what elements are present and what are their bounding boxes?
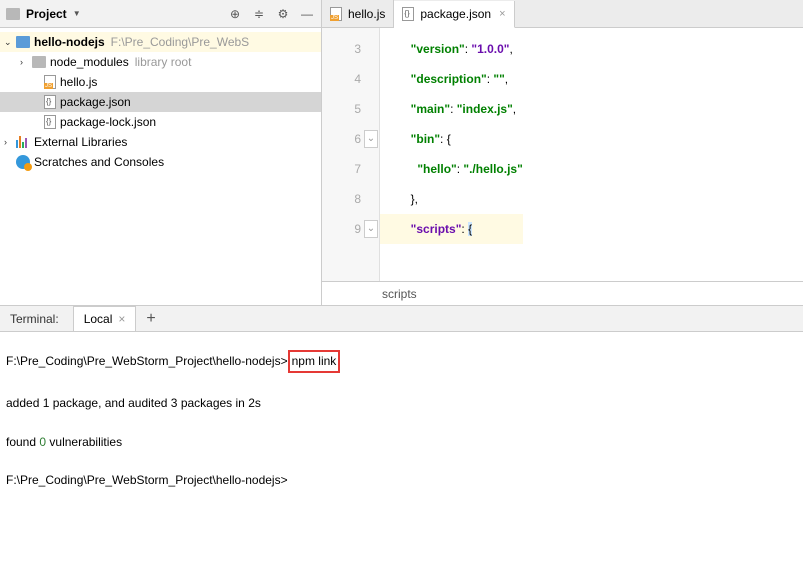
folder-icon [16,36,30,48]
editor-pane: hello.js package.json × 3 4 5 6⌄ 7 8 9⌄ … [322,0,803,305]
node-modules-name: node_modules [50,55,129,69]
project-tree: ⌄ hello-nodejs F:\Pre_Coding\Pre_WebS › … [0,28,321,176]
tree-package-json[interactable]: package.json [0,92,321,112]
target-icon[interactable]: ⊕ [227,6,243,22]
line-number: 6⌄ [322,124,379,154]
close-icon[interactable]: × [118,312,125,326]
sidebar-title[interactable]: Project ▼ [6,7,227,21]
line-gutter: 3 4 5 6⌄ 7 8 9⌄ [322,28,380,281]
highlighted-command: npm link [288,350,341,373]
sidebar-header: Project ▼ ⊕ ≑ ⚙ — [0,0,321,28]
terminal-output[interactable]: F:\Pre_Coding\Pre_WebStorm_Project\hello… [0,332,803,576]
package-json-name: package.json [60,95,131,109]
line-number: 3 [322,34,379,64]
tree-hello-js[interactable]: hello.js [0,72,321,92]
folder-icon [32,56,46,68]
terminal-title: Terminal: [0,312,69,326]
js-file-icon [330,7,342,21]
line-number: 4 [322,64,379,94]
terminal-tab-label: Local [84,312,113,326]
code-editor[interactable]: 3 4 5 6⌄ 7 8 9⌄ "version": "1.0.0", "des… [322,28,803,281]
terminal-panel: Terminal: Local × + F:\Pre_Coding\Pre_We… [0,306,803,576]
chevron-down-icon: ⌄ [4,37,14,48]
dropdown-icon: ▼ [73,9,81,18]
project-icon [6,8,20,20]
tab-hello-js[interactable]: hello.js [322,0,394,27]
root-name: hello-nodejs [34,35,105,49]
expand-icon[interactable]: ≑ [251,6,267,22]
minimize-icon[interactable]: — [299,6,315,22]
node-modules-hint: library root [135,55,192,69]
js-file-icon [44,75,56,89]
tree-scratches[interactable]: Scratches and Consoles [0,152,321,172]
terminal-tab-local[interactable]: Local × [73,306,137,331]
root-path: F:\Pre_Coding\Pre_WebS [111,35,250,49]
json-file-icon [402,7,414,21]
tab-package-json[interactable]: package.json × [394,1,514,28]
scratches-name: Scratches and Consoles [34,155,164,169]
fold-icon[interactable]: ⌄ [364,220,378,238]
tab-label: package.json [420,7,491,21]
code-content: "version": "1.0.0", "description": "", "… [380,28,523,281]
chevron-right-icon: › [20,57,30,67]
library-icon [16,136,30,148]
editor-tabs: hello.js package.json × [322,0,803,28]
gear-icon[interactable]: ⚙ [275,6,291,22]
project-sidebar: Project ▼ ⊕ ≑ ⚙ — ⌄ hello-nodejs F:\Pre_… [0,0,322,305]
line-number: 9⌄ [322,214,379,244]
terminal-line: F:\Pre_Coding\Pre_WebStorm_Project\hello… [6,350,797,373]
scratches-icon [16,155,30,169]
fold-icon[interactable]: ⌄ [364,130,378,148]
hello-js-name: hello.js [60,75,97,89]
tree-root[interactable]: ⌄ hello-nodejs F:\Pre_Coding\Pre_WebS [0,32,321,52]
line-number: 7 [322,154,379,184]
package-lock-name: package-lock.json [60,115,156,129]
tree-package-lock[interactable]: package-lock.json [0,112,321,132]
line-number: 8 [322,184,379,214]
tree-node-modules[interactable]: › node_modules library root [0,52,321,72]
terminal-line: found 0 vulnerabilities [6,434,797,451]
ext-lib-name: External Libraries [34,135,127,149]
terminal-line: added 1 package, and audited 3 packages … [6,395,797,412]
json-file-icon [44,115,56,129]
add-terminal-button[interactable]: + [136,310,165,328]
line-number: 5 [322,94,379,124]
terminal-line: F:\Pre_Coding\Pre_WebStorm_Project\hello… [6,472,797,489]
tab-label: hello.js [348,7,385,21]
terminal-header: Terminal: Local × + [0,306,803,332]
breadcrumb[interactable]: scripts [322,281,803,305]
json-file-icon [44,95,56,109]
sidebar-title-text: Project [26,7,67,21]
close-icon[interactable]: × [499,8,505,20]
breadcrumb-item: scripts [382,287,417,301]
chevron-right-icon: › [4,137,14,147]
tree-external-libraries[interactable]: › External Libraries [0,132,321,152]
